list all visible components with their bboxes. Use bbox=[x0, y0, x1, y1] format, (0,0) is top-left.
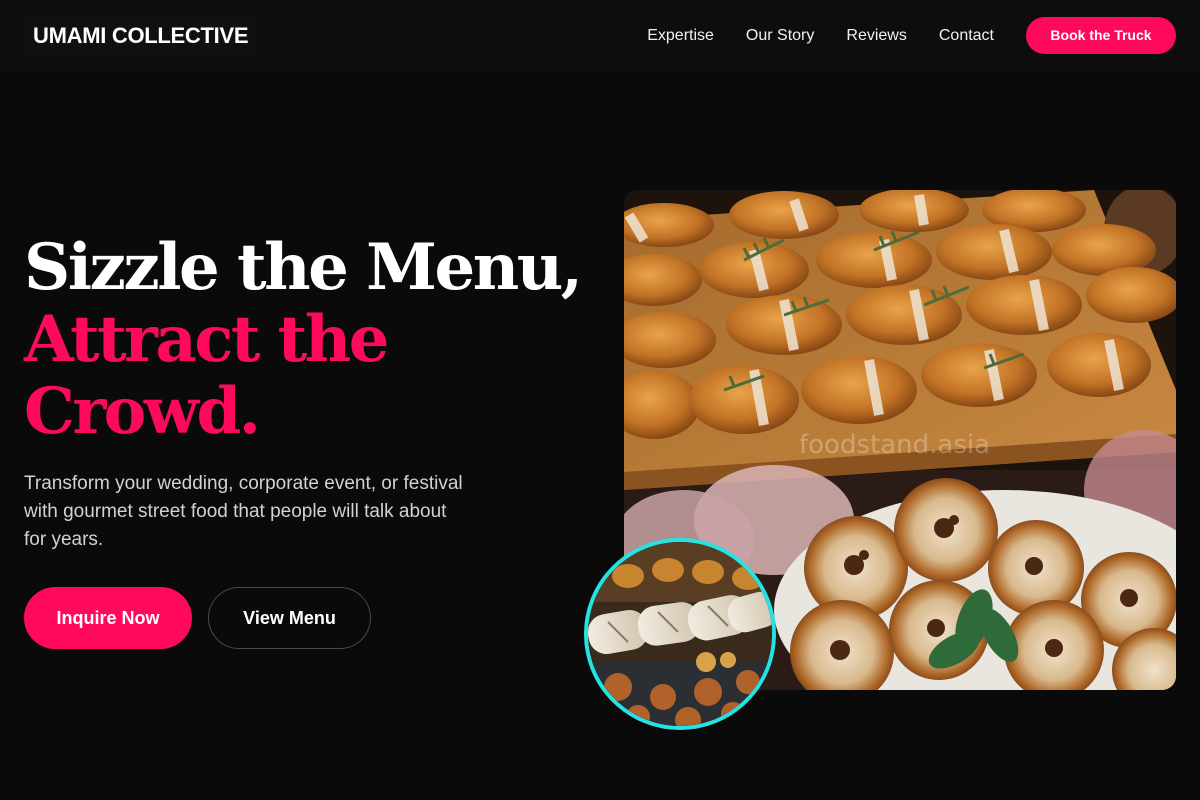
headline-line-1: Sizzle the Menu, bbox=[24, 230, 583, 305]
nav-links: Expertise Our Story Reviews Contact bbox=[647, 24, 994, 48]
top-navigation: UMAMI COLLECTIVE Expertise Our Story Rev… bbox=[0, 0, 1200, 72]
headline-line-2: Attract the bbox=[24, 302, 389, 377]
headline-line-3: Crowd. bbox=[24, 374, 261, 449]
photo-watermark: foodstand.asia bbox=[799, 430, 991, 460]
book-the-truck-button[interactable]: Book the Truck bbox=[1026, 17, 1176, 54]
nav-link-contact[interactable]: Contact bbox=[939, 24, 994, 48]
hero-headline: Sizzle the Menu, Attract the Crowd. bbox=[24, 232, 604, 448]
nav-link-our-story[interactable]: Our Story bbox=[746, 24, 814, 48]
hero-description: Transform your wedding, corporate event,… bbox=[24, 473, 463, 550]
view-menu-button[interactable]: View Menu bbox=[208, 587, 371, 649]
nav-link-expertise[interactable]: Expertise bbox=[647, 24, 714, 48]
street-food-rolls-photo bbox=[588, 542, 772, 726]
inquire-now-button[interactable]: Inquire Now bbox=[24, 587, 192, 649]
brand-logo[interactable]: UMAMI COLLECTIVE bbox=[24, 16, 258, 56]
hero-round-photo bbox=[584, 538, 776, 730]
nav-link-reviews[interactable]: Reviews bbox=[846, 24, 906, 48]
